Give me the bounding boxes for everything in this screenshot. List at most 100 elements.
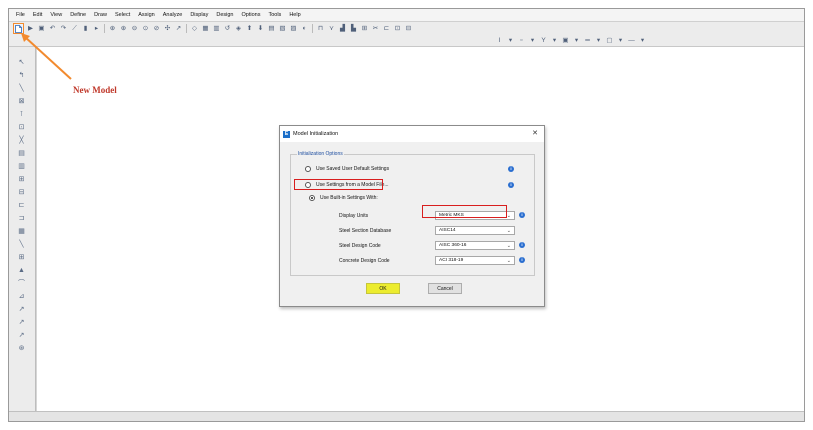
beam-icon[interactable]: ▫ [517,36,526,45]
draw-opening-icon[interactable]: ⊏ [16,200,27,211]
force-diagram-icon[interactable]: ▟ [338,24,347,33]
pointer-icon[interactable]: ↗ [174,24,183,33]
menu-display[interactable]: Display [186,9,212,21]
radio-button[interactable] [305,166,311,172]
dialog-title: Model Initialization [293,131,339,137]
object-shrink-icon[interactable]: ▤ [267,24,276,33]
cancel-button[interactable]: Cancel [428,283,462,294]
down-icon[interactable]: ⬇ [256,24,265,33]
option-label: Use Built-in Settings With: [320,195,378,201]
zoom-previous-icon[interactable]: ⊘ [152,24,161,33]
brace-icon[interactable]: Y [539,36,548,45]
info-icon[interactable]: i [508,182,514,188]
draw-floor-icon[interactable]: ▥ [16,161,27,172]
menu-edit[interactable]: Edit [29,9,46,21]
menu-options[interactable]: Options [238,9,265,21]
toolbar-separator [186,24,187,33]
draw-grid-icon[interactable]: ⊞ [16,252,27,263]
grid-icon[interactable]: ⊟ [404,24,413,33]
zoom-window-icon[interactable]: ⊕ [108,24,117,33]
dropdown-arrow-icon[interactable]: ▾ [528,36,537,45]
stress-icon[interactable]: ▙ [349,24,358,33]
draw-arrow-icon[interactable]: ↗ [16,330,27,341]
dropdown-arrow-icon[interactable]: ▾ [638,36,647,45]
draw-beam-icon[interactable]: ⊡ [16,122,27,133]
perspective-icon[interactable]: ◈ [234,24,243,33]
draw-rect-floor-icon[interactable]: ⊞ [16,174,27,185]
option-saved-defaults[interactable]: Use Saved User Default Settings [305,166,389,172]
draw-brace-icon[interactable]: ╳ [16,135,27,146]
info-icon[interactable]: i [519,212,525,218]
opening-icon[interactable]: ▢ [605,36,614,45]
elevation-view-icon[interactable]: ▥ [212,24,221,33]
close-icon[interactable]: ✕ [532,129,538,137]
menu-design[interactable]: Design [212,9,237,21]
column-icon[interactable]: I [495,36,504,45]
dropdown-arrow-icon[interactable]: ▾ [594,36,603,45]
draw-area-icon[interactable]: ▤ [16,148,27,159]
draw-tendon-icon[interactable]: ⌒ [16,278,27,289]
display-options-icon[interactable]: ▨ [289,24,298,33]
draw-wall-icon[interactable]: ⊟ [16,187,27,198]
draw-wall-stack-icon[interactable]: ⊐ [16,213,27,224]
pan-icon[interactable]: ✣ [163,24,172,33]
draw-dimension-icon[interactable]: ╲ [16,239,27,250]
ok-button[interactable]: OK [366,283,400,294]
dropdown-arrow-icon[interactable]: ▾ [506,36,515,45]
draw-slab-icon[interactable]: ▦ [16,226,27,237]
steel-design-code-select[interactable]: AISC 360-16 ⌄ [435,241,515,250]
menu-analyze[interactable]: Analyze [159,9,187,21]
set-display-icon[interactable]: ▧ [278,24,287,33]
info-icon[interactable]: i [519,242,525,248]
info-icon[interactable]: i [519,257,525,263]
draw-reference-icon[interactable]: ↗ [16,304,27,315]
draw-frame-icon[interactable]: ⊠ [16,96,27,107]
snap-icon[interactable]: ⊛ [16,343,27,354]
menu-select[interactable]: Select [111,9,134,21]
dropdown-arrow-icon[interactable]: ▾ [616,36,625,45]
dropdown-arrow-icon[interactable]: ▾ [572,36,581,45]
steel-section-database-select[interactable]: AISC14 ⌄ [435,226,515,235]
section-cut-icon[interactable]: ✂ [371,24,380,33]
menu-file[interactable]: File [12,9,29,21]
zoom-in-icon[interactable]: ⊕ [119,24,128,33]
zoom-out-icon[interactable]: ⊖ [130,24,139,33]
draw-section-cut-icon[interactable]: ⊿ [16,291,27,302]
rotate-icon[interactable]: ↺ [223,24,232,33]
dropdown-arrow-icon[interactable]: ▾ [550,36,559,45]
draw-point-icon[interactable]: ▲ [16,265,27,276]
menu-assign[interactable]: Assign [134,9,159,21]
design-icon[interactable]: ⊏ [382,24,391,33]
report-icon[interactable]: ⊡ [393,24,402,33]
run-icon[interactable]: ▸ [92,24,101,33]
3d-view-icon[interactable]: ◇ [190,24,199,33]
color-icon[interactable]: ◐ [300,24,309,33]
menu-draw[interactable]: Draw [90,9,111,21]
up-icon[interactable]: ⬆ [245,24,254,33]
menu-bar: File Edit View Define Draw Select Assign… [9,9,804,21]
option-built-in[interactable]: Use Built-in Settings With: [309,195,378,201]
menu-tools[interactable]: Tools [264,9,285,21]
table-icon[interactable]: ⊞ [360,24,369,33]
floor-icon[interactable]: ▣ [561,36,570,45]
deformed-shape-icon[interactable]: ⋎ [327,24,336,33]
display-units-label: Display Units [339,213,369,219]
steel-section-database-label: Steel Section Database [339,228,392,234]
menu-define[interactable]: Define [66,9,90,21]
app-icon: E [283,130,290,138]
concrete-design-code-select[interactable]: ACI 318-19 ⌄ [435,256,515,265]
radio-button-selected[interactable] [309,195,315,201]
plan-view-icon[interactable]: ▦ [201,24,210,33]
chevron-down-icon: ⌄ [506,258,511,264]
zoom-fit-icon[interactable]: ⊙ [141,24,150,33]
draw-column-icon[interactable]: ⊺ [16,109,27,120]
menu-view[interactable]: View [46,9,66,21]
wall-icon[interactable]: ═ [583,36,592,45]
status-bar [9,411,804,421]
link-icon[interactable]: — [627,36,636,45]
frame-icon[interactable]: ⊓ [316,24,325,33]
info-icon[interactable]: i [508,166,514,172]
menu-help[interactable]: Help [285,9,304,21]
annotation-arrow [21,33,72,80]
draw-developed-icon[interactable]: ↗ [16,317,27,328]
